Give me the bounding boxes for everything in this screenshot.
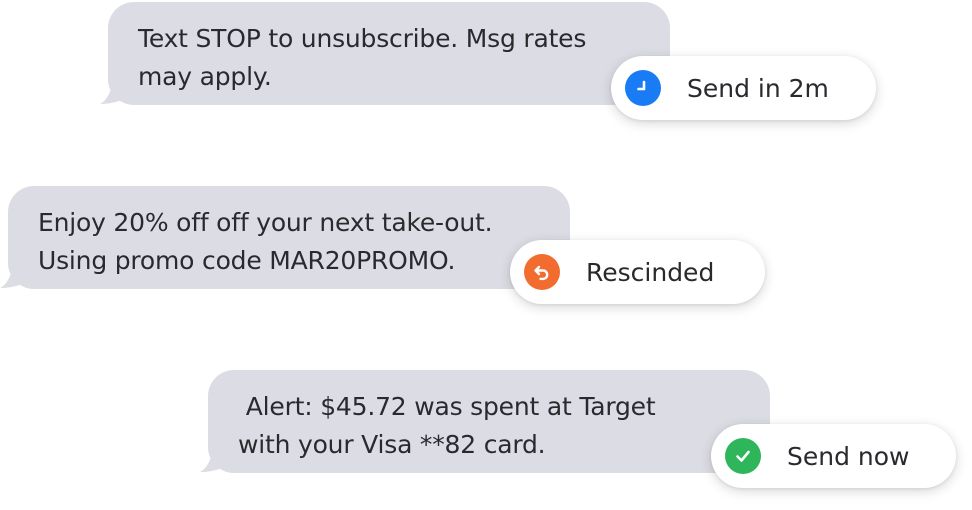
message-text-line: Using promo code MAR20PROMO.	[38, 246, 456, 275]
status-label: Send in 2m	[687, 73, 829, 103]
undo-icon	[524, 254, 560, 290]
status-badge-scheduled[interactable]: Send in 2m	[611, 56, 876, 120]
check-icon	[725, 438, 761, 474]
message-bubble: Text STOP to unsubscribe. Msg rates may …	[108, 2, 670, 105]
status-label: Rescinded	[586, 257, 715, 287]
message-bubble: Enjoy 20% off off your next take-out. Us…	[8, 186, 570, 289]
status-badge-rescinded[interactable]: Rescinded	[510, 240, 765, 304]
status-label: Send now	[787, 441, 910, 471]
message-text-line: Text STOP to unsubscribe. Msg rates	[138, 24, 587, 53]
status-badge-send-now[interactable]: Send now	[711, 424, 956, 488]
message-text-line: Enjoy 20% off off your next take-out.	[38, 208, 493, 237]
message-text-line: Alert: $45.72 was spent at Target	[238, 392, 656, 421]
clock-icon	[625, 70, 661, 106]
message-bubble: Alert: $45.72 was spent at Target with y…	[208, 370, 770, 473]
message-text-line: with your Visa **82 card.	[238, 430, 546, 459]
message-stage: Text STOP to unsubscribe. Msg rates may …	[0, 0, 972, 510]
message-text-line: may apply.	[138, 62, 272, 91]
